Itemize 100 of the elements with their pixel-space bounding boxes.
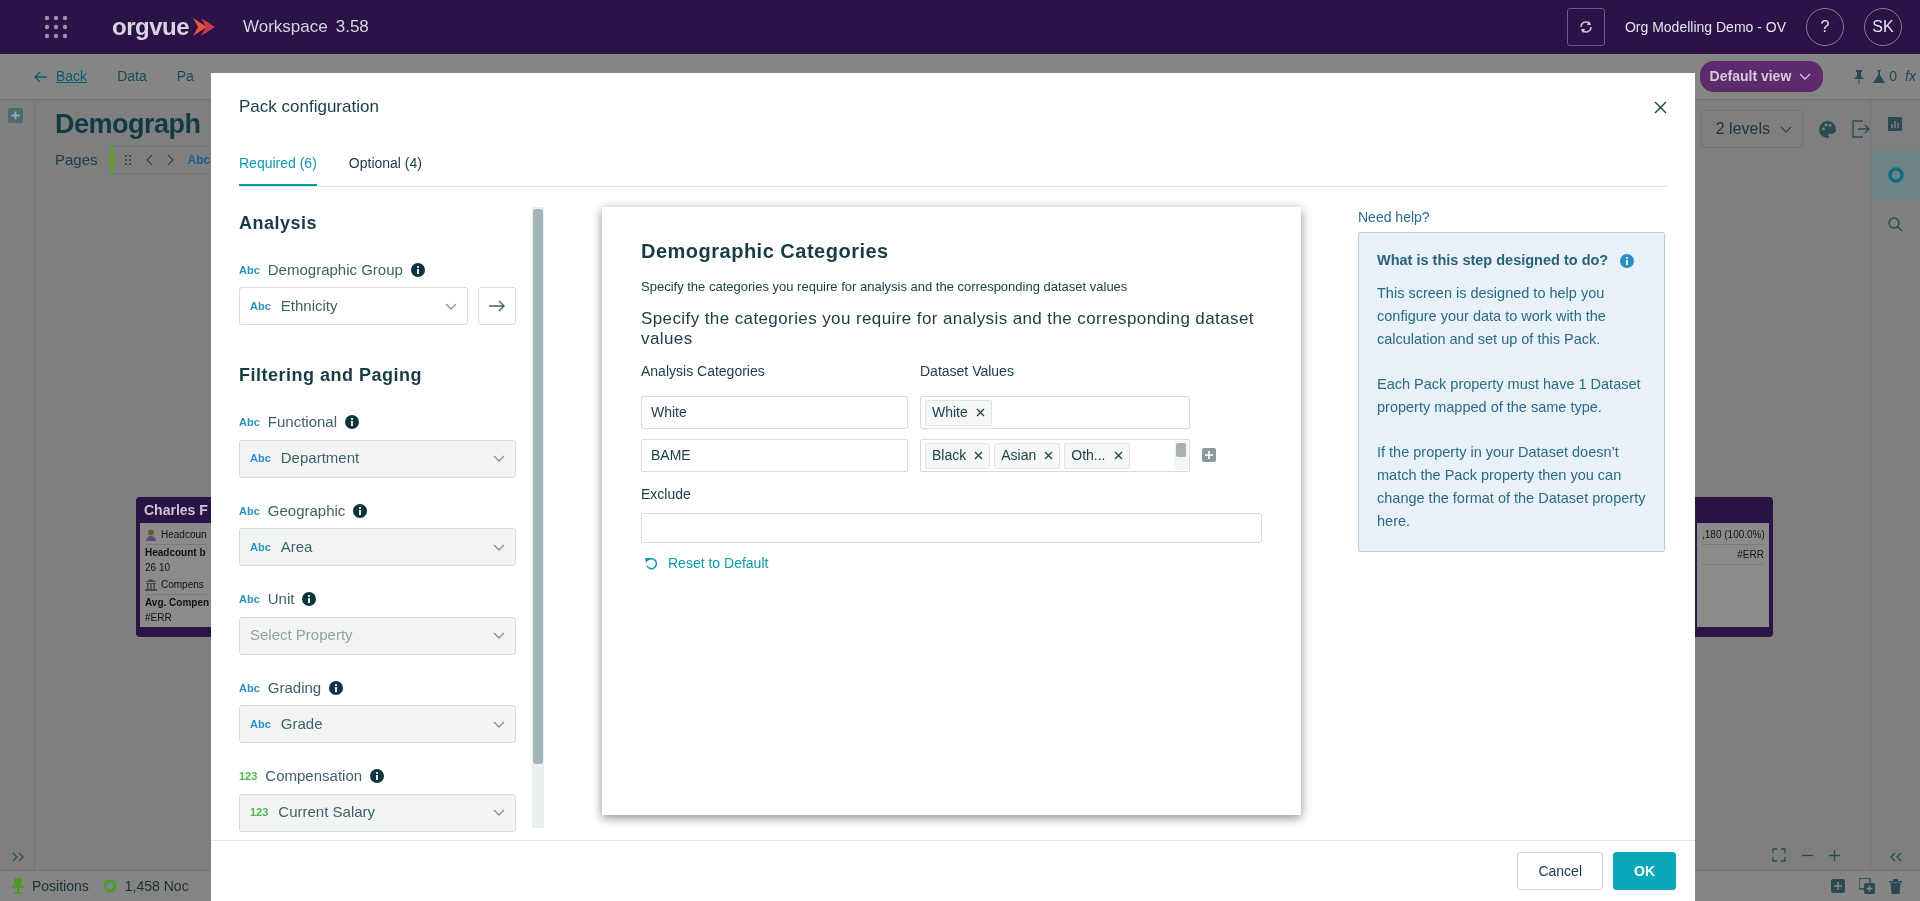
- status-item[interactable]: Positions: [32, 875, 89, 897]
- info-icon: [370, 769, 385, 784]
- tag-input-field[interactable]: White: [920, 395, 1190, 429]
- pin-icon[interactable]: [1853, 69, 1866, 84]
- info-icon: [345, 415, 359, 430]
- chevron-left-icon[interactable]: [145, 154, 153, 167]
- expand-icon[interactable]: [12, 852, 26, 862]
- metric-label: Headcoun: [161, 528, 207, 542]
- section-heading: Filtering and Paging: [239, 365, 423, 388]
- field-label: Geographic: [267, 500, 346, 521]
- info-icon: [302, 592, 317, 607]
- duplicate-icon[interactable]: [1859, 878, 1875, 894]
- sync-icon: [1578, 20, 1593, 34]
- value-tag[interactable]: Black: [925, 442, 991, 469]
- type-tag: Abc: [239, 414, 260, 431]
- search-icon[interactable]: [1887, 217, 1904, 233]
- logo-arrow-icon: [193, 18, 215, 36]
- section-heading: Analysis: [239, 213, 319, 235]
- exclude-field[interactable]: [641, 512, 1262, 543]
- fit-screen-icon[interactable]: [1772, 848, 1786, 862]
- field-label: Functional: [267, 412, 337, 433]
- zoom-in-icon[interactable]: [1829, 849, 1840, 861]
- bank-icon: [145, 578, 157, 591]
- bar-chart-icon[interactable]: [1887, 117, 1904, 133]
- trash-icon[interactable]: [1889, 878, 1902, 894]
- alert-count: 0: [1889, 67, 1898, 86]
- chevron-down-icon: [1780, 125, 1792, 133]
- chevron-right-icon[interactable]: [166, 154, 174, 167]
- field-label: Compensation: [265, 766, 363, 787]
- close-icon[interactable]: [1654, 100, 1667, 114]
- cancel-button[interactable]: Cancel: [1517, 852, 1603, 890]
- input-field[interactable]: White: [641, 395, 908, 429]
- instruction-text: Specify the categories you require for analysis and the corresponding dataset values: [641, 308, 1255, 349]
- add-icon[interactable]: [1202, 448, 1216, 463]
- card-title: Charles F: [143, 501, 209, 520]
- remove-icon[interactable]: [1044, 451, 1054, 461]
- reset-link[interactable]: Reset to Default: [641, 550, 773, 576]
- tab[interactable]: Required (6): [239, 147, 317, 187]
- metric-value: 26 10: [145, 562, 171, 573]
- type-tag: Abc: [239, 679, 260, 697]
- info-icon: [1620, 253, 1635, 268]
- remove-icon[interactable]: [974, 451, 984, 461]
- exit-icon[interactable]: [1852, 120, 1870, 138]
- flask-icon[interactable]: [1873, 70, 1886, 83]
- info-icon: [410, 263, 425, 278]
- panel-description: Specify the categories you require for analysis and the corresponding dataset values: [641, 278, 1129, 297]
- target-icon[interactable]: [1887, 167, 1904, 183]
- value-tag[interactable]: Oth...: [1064, 442, 1130, 469]
- type-tag: Abc: [187, 151, 211, 170]
- workspace-label: Workspace: [243, 16, 328, 39]
- help-text: This screen is designed to help you configure your data to work with the calculation and set up of this Pack.: [1377, 284, 1607, 350]
- column-header: Analysis Categories: [641, 361, 766, 381]
- value-tag[interactable]: Asian: [994, 442, 1061, 469]
- field-label: Unit: [267, 589, 295, 610]
- pages-label: Pages: [55, 150, 98, 171]
- input-field[interactable]: BAME: [641, 438, 908, 472]
- status-item[interactable]: 1,458 Noc: [124, 875, 189, 897]
- palette-icon[interactable]: [1819, 120, 1836, 138]
- dialog-title: Pack configuration: [239, 97, 379, 118]
- chevron-down-icon: [493, 720, 505, 728]
- value-tag[interactable]: White: [925, 399, 992, 426]
- sync-button[interactable]: [1566, 8, 1605, 46]
- drag-handle-icon[interactable]: [123, 154, 132, 167]
- field-label: Grading: [267, 677, 322, 698]
- tag-input-field[interactable]: Black Asian Oth...: [920, 438, 1190, 472]
- help-heading: What is this step designed to do?: [1377, 251, 1609, 271]
- add-icon[interactable]: [1831, 879, 1845, 893]
- tab[interactable]: Optional (4): [348, 147, 440, 187]
- page-title: Demograph: [55, 108, 201, 141]
- view-dropdown[interactable]: Default view: [1699, 61, 1824, 92]
- metric-value: #ERR: [145, 612, 172, 623]
- scrollbar[interactable]: [1174, 440, 1188, 470]
- type-tag: 123: [239, 768, 258, 785]
- organization-name: Org Modelling Demo - OV: [1624, 17, 1786, 37]
- arrow-right-icon: [489, 300, 505, 313]
- remove-icon[interactable]: [1113, 451, 1123, 461]
- collapse-icon[interactable]: [1888, 852, 1903, 862]
- add-icon[interactable]: [8, 108, 23, 123]
- remove-icon[interactable]: [975, 408, 985, 418]
- scrollbar-thumb[interactable]: [533, 209, 543, 765]
- metric-label: Compens: [161, 578, 204, 592]
- column-header: Dataset Values: [920, 361, 1015, 381]
- help-text: Each Pack property must have 1 Dataset property mapped of the same type.: [1377, 375, 1642, 418]
- help-text: If the property in your Dataset doesn’t match the Pack property then you can change the format of the Dataset property here.: [1377, 443, 1647, 532]
- arrow-left-icon: [34, 70, 48, 83]
- metric-heading: Headcount b: [145, 547, 206, 558]
- person-icon: [145, 528, 157, 541]
- chevron-down-icon: [1799, 73, 1812, 80]
- open-button[interactable]: [478, 287, 516, 326]
- field-label: Demographic Group: [267, 260, 403, 280]
- logo-text: orgvue: [112, 12, 189, 42]
- info-icon: [353, 503, 368, 518]
- field-label: Exclude: [641, 484, 692, 504]
- metric-heading: Avg. Compen: [145, 597, 210, 608]
- metric-value: #ERR: [1737, 549, 1764, 560]
- app-grid-icon[interactable]: [44, 15, 68, 39]
- type-tag: Abc: [239, 591, 260, 608]
- info-icon: [329, 680, 344, 695]
- type-tag: Abc: [239, 502, 260, 520]
- dropdown[interactable]: Abc Ethnicity: [239, 287, 468, 326]
